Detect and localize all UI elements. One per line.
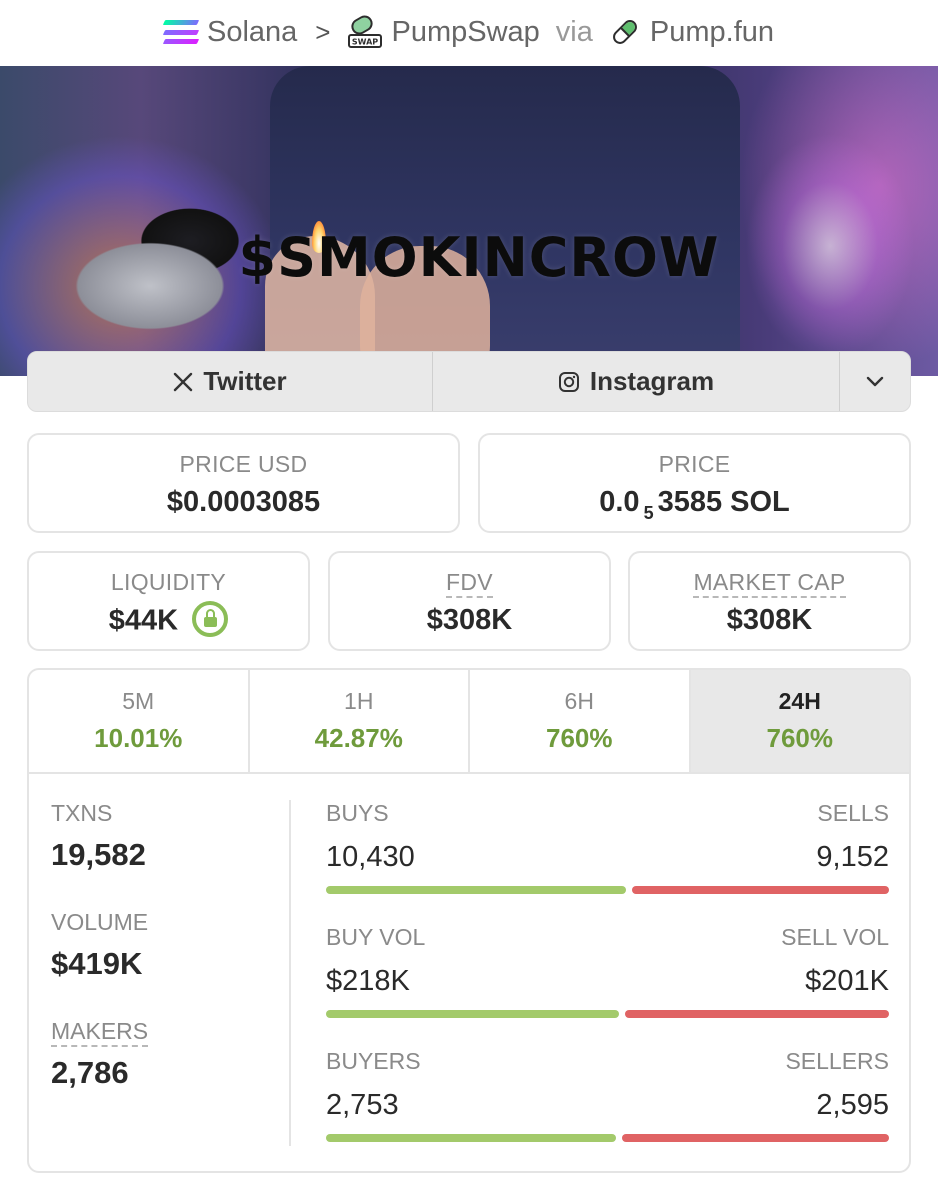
twitter-label: Twitter [203,366,287,396]
liquidity-value: $44K [108,604,179,637]
instagram-icon [558,371,579,392]
tab-change: 10.01% [94,723,183,753]
token-banner-image: $SMOKINCROW [0,66,938,376]
sellers-value: 2,595 [816,1089,889,1121]
launchpad-label: Pump.fun [649,15,775,48]
makers-split-bar [326,1134,889,1142]
column-divider [289,800,291,1146]
lock-icon[interactable] [192,601,229,637]
dex-label: PumpSwap [391,15,540,48]
buys-label: BUYS [326,800,389,826]
makers-split-row: BUYERS SELLERS 2,753 2,595 [326,1048,889,1171]
txns-label: TXNS [51,800,113,826]
buyers-label: BUYERS [326,1048,421,1074]
price-native-card: PRICE 0.0 5 3585 SOL [478,433,911,533]
volume-split-bar [326,1010,889,1018]
tab-1h[interactable]: 1H 42.87% [250,670,470,772]
sells-value: 9,152 [816,841,889,873]
buys-value: 10,430 [326,841,415,873]
x-logo-icon [174,372,193,391]
buy-bar [326,1134,616,1142]
banner-title: $SMOKINCROW [238,226,720,289]
breadcrumb: Solana > SWAP PumpSwap via Pump.fun [0,0,938,64]
tab-label: 24H [778,688,821,714]
sell-vol-label: SELL VOL [781,924,889,950]
buy-bar [326,1010,619,1018]
makers-label[interactable]: MAKERS [51,1018,149,1047]
timeframe-tabs: 5M 10.01% 1H 42.87% 6H 760% 24H 760% [29,670,909,774]
instagram-label: Instagram [589,366,715,396]
chain-label: Solana [206,15,298,48]
buy-vol-label: BUY VOL [326,924,426,950]
price-usd-label: PRICE USD [179,451,308,477]
fdv-value: $308K [426,604,513,636]
market-cap-value: $308K [726,604,813,636]
txns-metric: TXNS 19,582 [51,800,281,873]
tab-change: 760% [766,723,834,753]
pumpfun-pill-icon [612,20,637,44]
volume-split-row: BUY VOL SELL VOL $218K $201K [326,924,889,1048]
volume-metric: VOLUME $419K [51,909,281,982]
volume-label: VOLUME [51,909,149,935]
more-links-button[interactable] [840,352,910,411]
price-usd-card: PRICE USD $0.0003085 [27,433,460,533]
sellers-label: SELLERS [785,1048,889,1074]
tab-6h[interactable]: 6H 760% [470,670,691,772]
liquidity-card: LIQUIDITY $44K [27,551,310,651]
fdv-card: FDV $308K [328,551,611,651]
tab-5m[interactable]: 5M 10.01% [29,670,250,772]
tab-24h[interactable]: 24H 760% [690,670,909,772]
tab-label: 1H [344,688,374,714]
buy-sell-breakdown: BUYS SELLS 10,430 9,152 BUY VOL SELL VOL $2… [326,800,889,1171]
sells-label: SELLS [817,800,889,826]
via-label: via [555,15,593,48]
buy-bar [326,886,626,894]
chevron-right-icon: > [315,16,331,47]
market-cap-card: MARKET CAP $308K [628,551,911,651]
pumpswap-icon: SWAP [348,15,383,48]
tab-label: 5M [122,688,155,714]
social-links-bar: Twitter Instagram [27,351,911,412]
sell-bar [625,1010,889,1018]
makers-value: 2,786 [51,1055,129,1090]
buys-sells-bar [326,886,889,894]
chevron-down-icon [866,376,884,386]
buyers-value: 2,753 [326,1089,399,1121]
tab-label: 6H [564,688,594,714]
breadcrumb-chain[interactable]: Solana [162,15,298,49]
tab-change: 760% [546,723,613,753]
breadcrumb-dex[interactable]: SWAP PumpSwap [348,15,540,49]
buy-vol-value: $218K [326,965,410,997]
fdv-label[interactable]: FDV [446,569,493,598]
instagram-button[interactable]: Instagram [433,352,840,411]
price-zero-count: 5 [643,503,654,523]
price-native-value: 0.0 5 3585 SOL [599,486,790,523]
buys-sells-row: BUYS SELLS 10,430 9,152 [326,800,889,924]
liquidity-label: LIQUIDITY [110,569,227,595]
sell-vol-value: $201K [805,965,889,997]
sell-bar [632,886,889,894]
price-native-label: PRICE [658,451,731,477]
summary-metrics: TXNS 19,582 VOLUME $419K MAKERS 2,786 [51,800,281,1127]
swap-badge-text: SWAP [352,38,378,47]
txns-value: 19,582 [51,837,146,872]
stats-panel: 5M 10.01% 1H 42.87% 6H 760% 24H 760% TXN… [27,668,911,1173]
market-cap-label[interactable]: MARKET CAP [693,569,846,598]
breadcrumb-launchpad[interactable]: Pump.fun [609,16,774,49]
tab-change: 42.87% [314,723,403,753]
solana-icon [162,20,200,44]
makers-metric: MAKERS 2,786 [51,1018,281,1091]
price-usd-value: $0.0003085 [166,486,321,518]
volume-value: $419K [51,946,143,981]
sell-bar [622,1134,889,1142]
twitter-button[interactable]: Twitter [28,352,433,411]
